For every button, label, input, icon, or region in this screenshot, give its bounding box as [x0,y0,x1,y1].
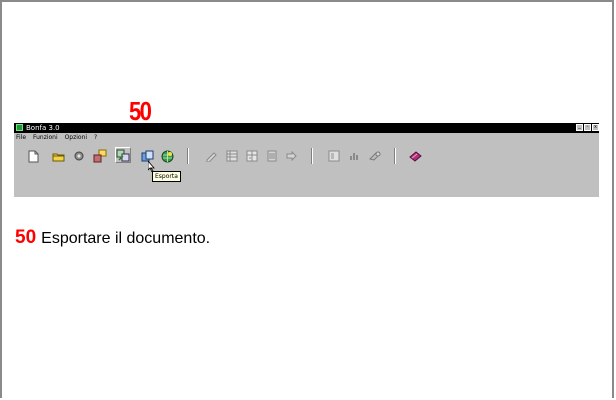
app-window: Bonfa 3.0 _ ▫ x File Funzioni Opzioni ? [14,123,599,197]
toolbar [14,142,599,170]
table-icon[interactable] [245,149,259,163]
book-icon[interactable] [408,149,422,163]
pencil-icon[interactable] [204,149,218,163]
title-bar: Bonfa 3.0 _ ▫ x [14,123,599,133]
window-title: Bonfa 3.0 [26,124,60,132]
export-icon[interactable] [115,147,131,163]
open-folder-icon[interactable] [51,149,65,163]
page-frame [0,0,614,398]
globe-icon[interactable] [160,149,174,163]
maximize-button[interactable]: ▫ [584,124,591,131]
toolbar-separator [394,148,396,164]
list-icon[interactable] [265,149,279,163]
record-icon[interactable] [72,149,86,163]
layout-icon[interactable] [327,149,341,163]
chart-icon[interactable] [348,149,362,163]
app-icon [16,124,23,131]
menu-opzioni[interactable]: Opzioni [65,134,88,141]
minimize-button[interactable]: _ [576,124,583,131]
toolbar-separator [311,148,313,164]
close-button[interactable]: x [592,124,599,131]
step-caption: 50 Esportare il documento. [15,227,210,249]
import-icon[interactable] [93,149,107,163]
caption-step-number: 50 [15,227,37,248]
export-tooltip: Esporta [152,171,181,182]
caption-text: Esportare il documento. [41,230,211,247]
grid-icon[interactable] [225,149,239,163]
menu-help[interactable]: ? [94,134,97,141]
arrow-icon[interactable] [284,149,298,163]
menu-bar: File Funzioni Opzioni ? [16,134,102,142]
new-document-icon[interactable] [26,149,40,163]
menu-file[interactable]: File [16,134,26,141]
tools-icon[interactable] [368,149,382,163]
menu-funzioni[interactable]: Funzioni [33,134,58,141]
toolbar-separator [187,148,189,164]
